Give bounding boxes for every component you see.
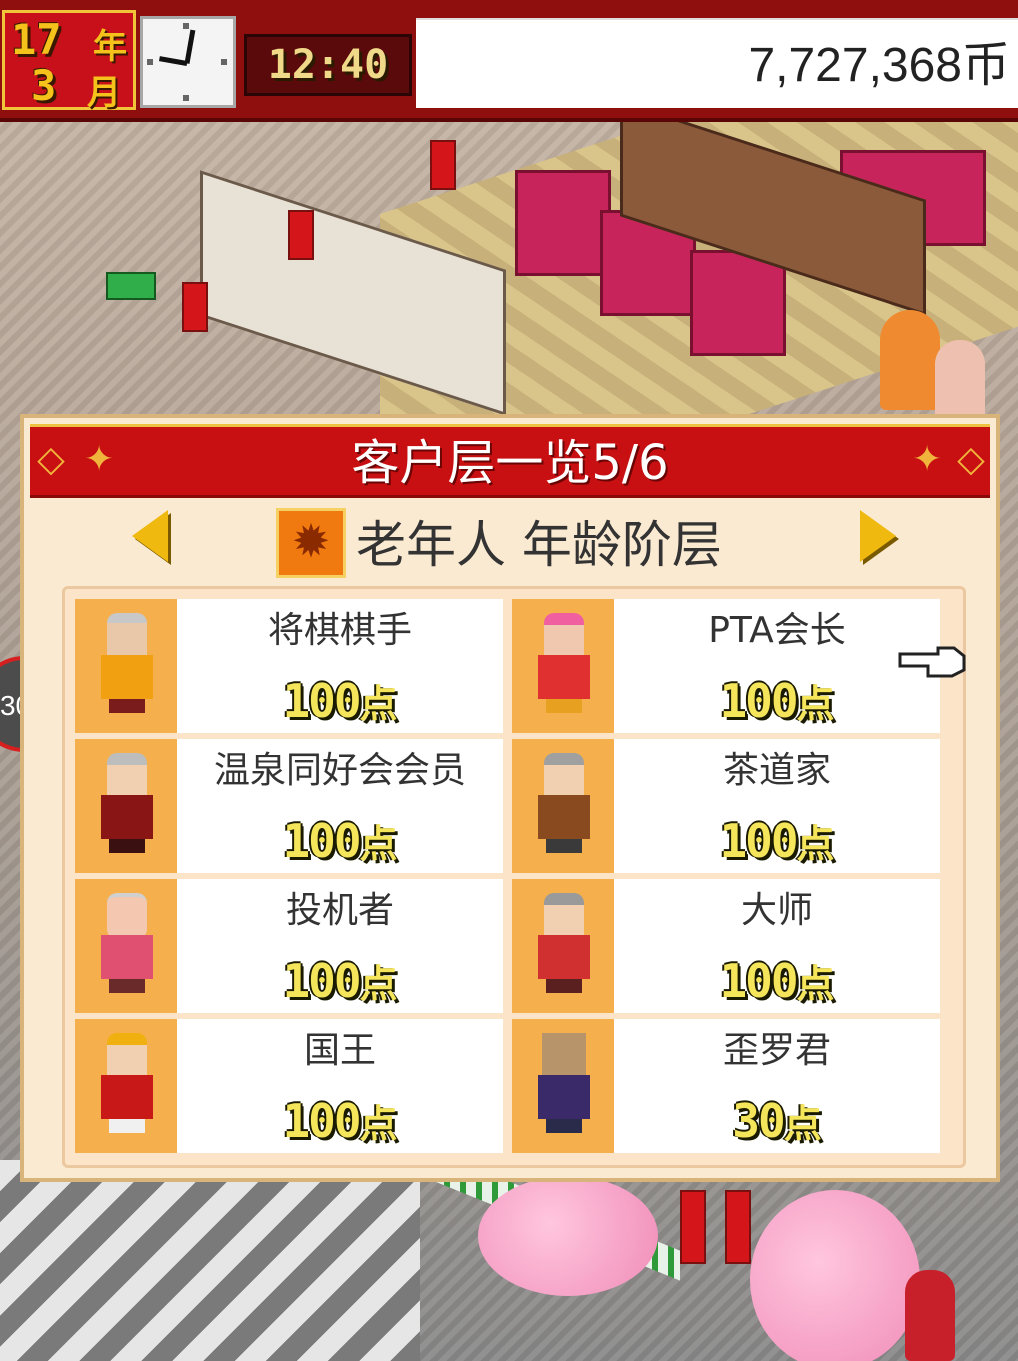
customer-card[interactable]: 茶道家 100点 [512, 739, 940, 873]
customer-score: 30点 [732, 1094, 822, 1148]
red-lantern [182, 282, 208, 332]
red-lantern [680, 1190, 706, 1264]
customer-name: 大师 [740, 890, 813, 931]
year-unit: 年 [93, 27, 127, 67]
customer-sprite [905, 1270, 955, 1361]
avatar [512, 599, 614, 733]
customer-score: 100点 [282, 814, 398, 868]
customer-score: 100点 [282, 674, 398, 728]
red-lantern [725, 1190, 751, 1264]
customer-card[interactable]: 国王 100点 [75, 1019, 503, 1153]
red-lantern [288, 210, 314, 260]
customer-name: PTA会长 [708, 610, 846, 651]
year-number: 17 [11, 15, 62, 64]
time-text: 12:40 [267, 42, 389, 88]
crosswalk [0, 1160, 420, 1361]
ornament-icon: ✦ [912, 439, 943, 480]
maple-leaf-icon: ✹ [276, 508, 346, 578]
category-label: 老年人 年龄阶层 [356, 516, 722, 574]
customer-list-dialog: ◇ ✦ 客户层一览5/6 ✦ ◇ ✹ 老年人 年龄阶层 将棋棋手 100点 PT… [20, 414, 1000, 1182]
month-unit: 月 [87, 73, 121, 113]
avatar [75, 599, 177, 733]
customer-card[interactable]: 投机者 100点 [75, 879, 503, 1013]
cherry-tree [478, 1176, 658, 1296]
customer-sprite [880, 310, 940, 410]
dialog-title: 客户层一览5/6 [351, 435, 669, 491]
chevron-left-icon [132, 510, 168, 562]
customer-card[interactable]: PTA会长 100点 [512, 599, 940, 733]
ornament-icon: ◇ [957, 439, 985, 480]
avatar [512, 739, 614, 873]
dialog-header: ◇ ✦ 客户层一览5/6 ✦ ◇ [30, 424, 990, 498]
exit-sign [106, 272, 156, 300]
customer-score: 100点 [719, 954, 835, 1008]
customer-score: 100点 [282, 1094, 398, 1148]
customer-card[interactable]: 歪罗君 30点 [512, 1019, 940, 1153]
prev-category-button[interactable] [132, 510, 172, 572]
booth-seat [515, 170, 611, 276]
avatar [75, 1019, 177, 1153]
cherry-tree [750, 1190, 920, 1361]
customer-card[interactable]: 大师 100点 [512, 879, 940, 1013]
customer-name: 将棋棋手 [267, 610, 412, 651]
avatar [512, 879, 614, 1013]
customer-name: 温泉同好会会员 [213, 750, 466, 791]
customer-score: 100点 [719, 814, 835, 868]
money-display: 7,727,368币 [416, 18, 1018, 108]
time-display: 12:40 [244, 34, 412, 96]
customer-name: 投机者 [285, 890, 394, 931]
clock-icon [140, 16, 236, 108]
next-category-button[interactable] [860, 510, 900, 572]
red-lantern [430, 140, 456, 190]
customer-sprite [935, 340, 985, 420]
date-panel: 17 年 3 月 [2, 10, 136, 113]
customer-score: 100点 [282, 954, 398, 1008]
customer-name: 国王 [303, 1030, 376, 1071]
avatar [75, 879, 177, 1013]
customer-card[interactable]: 将棋棋手 100点 [75, 599, 503, 733]
customer-name: 茶道家 [722, 750, 831, 791]
customer-card[interactable]: 温泉同好会会员 100点 [75, 739, 503, 873]
chevron-right-icon [860, 510, 896, 562]
top-hud: 17 年 3 月 12:40 7,727,368币 [0, 0, 1018, 122]
customer-score: 100点 [719, 674, 835, 728]
avatar [512, 1019, 614, 1153]
booth-seat [690, 250, 786, 356]
month-number: 3 [31, 61, 57, 110]
money-text: 7,727,368币 [748, 39, 1010, 92]
customer-name: 歪罗君 [722, 1030, 831, 1071]
avatar [75, 739, 177, 873]
hand-pointer-icon [898, 646, 966, 678]
customer-grid: 将棋棋手 100点 PTA会长 100点 温泉同好会会员 100点 茶道家 10… [62, 586, 966, 1168]
